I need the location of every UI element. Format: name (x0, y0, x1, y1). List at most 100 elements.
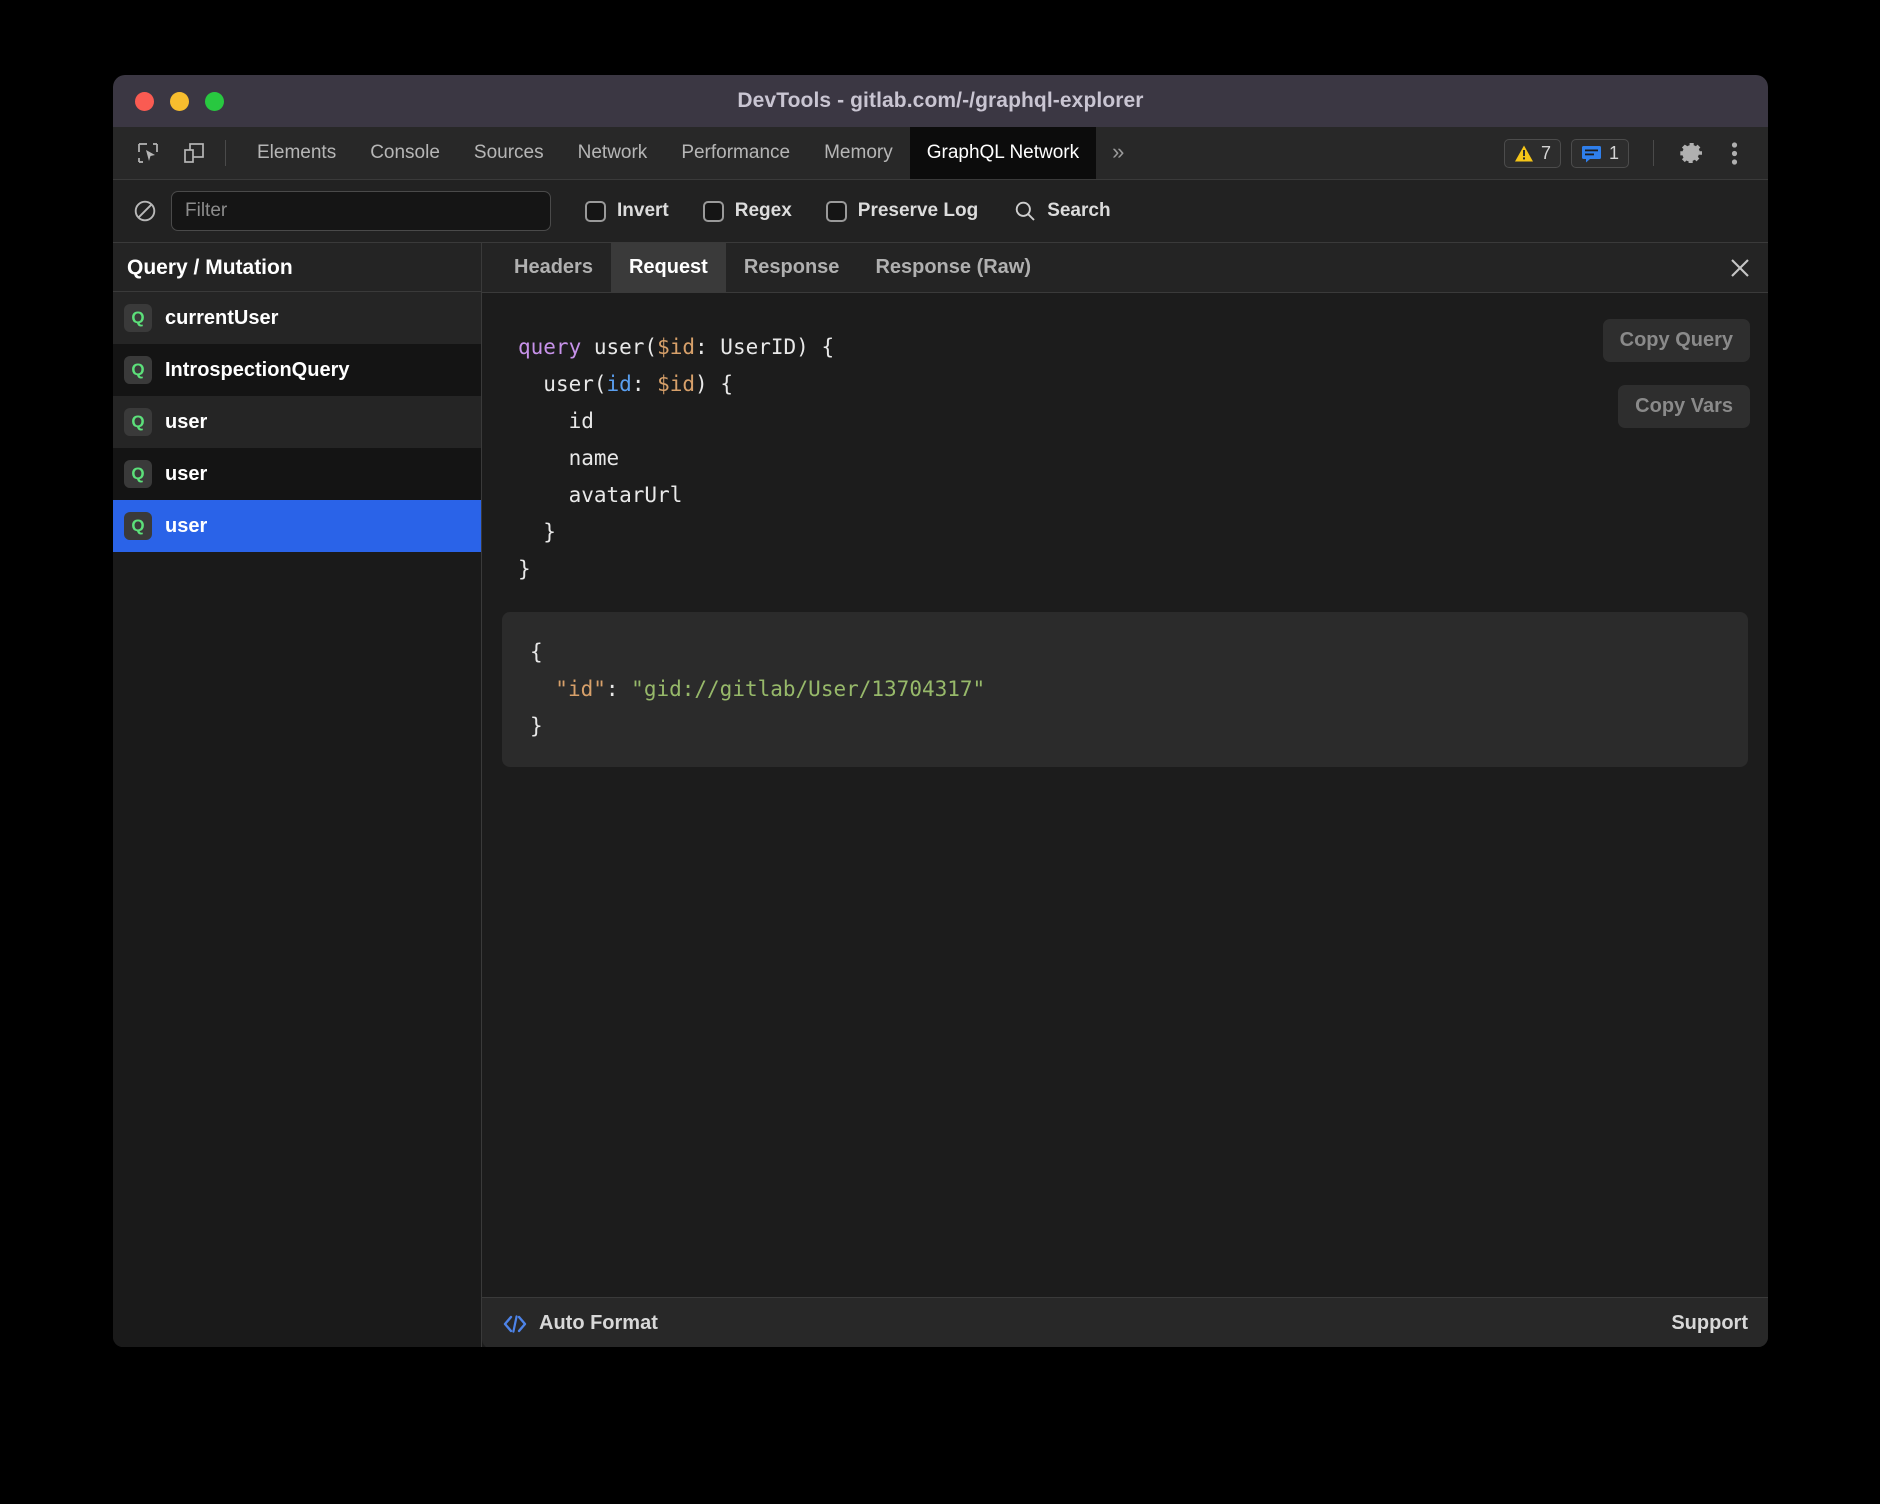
detail-footer: Auto Format Support (482, 1297, 1768, 1347)
invert-checkbox-box[interactable] (585, 201, 606, 222)
code-token: user( (543, 372, 606, 396)
tab-response-raw[interactable]: Response (Raw) (857, 243, 1049, 292)
copy-query-button[interactable]: Copy Query (1603, 319, 1750, 362)
code-line: name (518, 440, 1768, 477)
filter-toolbar: Invert Regex Preserve Log Search (113, 180, 1768, 243)
tab-performance[interactable]: Performance (664, 127, 807, 179)
query-type-badge: Q (124, 460, 152, 488)
query-list-item[interactable]: Quser (113, 448, 481, 500)
code-token: avatarUrl (569, 483, 683, 507)
tab-network[interactable]: Network (561, 127, 665, 179)
preserve-log-checkbox[interactable]: Preserve Log (826, 200, 978, 222)
warning-triangle-icon (1514, 144, 1534, 163)
regex-checkbox-label: Regex (735, 200, 792, 222)
query-list-item-label: currentUser (165, 307, 278, 330)
regex-checkbox-box[interactable] (703, 201, 724, 222)
devtools-tabstrip: Elements Console Sources Network Perform… (113, 127, 1768, 180)
query-type-badge: Q (124, 304, 152, 332)
query-list-item[interactable]: QcurrentUser (113, 292, 481, 344)
more-tabs-icon[interactable]: » (1096, 127, 1140, 179)
clear-icon[interactable] (129, 195, 161, 227)
warning-count: 7 (1541, 143, 1551, 164)
code-token: $id (657, 372, 695, 396)
code-token: { (530, 640, 543, 664)
devtools-window: DevTools - gitlab.com/-/graphql-explorer… (113, 75, 1768, 1347)
minimize-window-button[interactable] (170, 92, 189, 111)
code-line: "id": "gid://gitlab/User/13704317" (530, 671, 1748, 708)
toolbar-divider (225, 140, 226, 166)
query-list-item[interactable]: Quser (113, 500, 481, 552)
toolbar-status-group: 7 1 (1504, 135, 1768, 171)
query-list-item-label: user (165, 515, 207, 538)
code-brackets-icon (502, 1314, 528, 1334)
window-titlebar: DevTools - gitlab.com/-/graphql-explorer (113, 75, 1768, 127)
code-line: } (518, 514, 1768, 551)
query-list-item-label: user (165, 411, 207, 434)
code-token: } (530, 714, 543, 738)
invert-checkbox-label: Invert (617, 200, 669, 222)
tab-headers[interactable]: Headers (496, 243, 611, 292)
tab-memory[interactable]: Memory (807, 127, 910, 179)
query-list-header: Query / Mutation (113, 243, 481, 292)
query-list-panel: Query / Mutation QcurrentUserQIntrospect… (113, 243, 482, 1347)
query-list-item-label: IntrospectionQuery (165, 359, 349, 382)
invert-checkbox[interactable]: Invert (585, 200, 669, 222)
code-token: $id (657, 335, 695, 359)
code-line: id (518, 403, 1768, 440)
graphql-query-code: query user($id: UserID) { user(id: $id) … (482, 293, 1768, 588)
auto-format-button[interactable]: Auto Format (502, 1312, 658, 1335)
toolbar-divider-2 (1653, 140, 1654, 166)
support-link[interactable]: Support (1671, 1312, 1748, 1335)
request-body: Copy Query Copy Vars query user($id: Use… (482, 293, 1768, 1297)
gear-icon[interactable] (1674, 135, 1710, 171)
code-token: } (518, 557, 531, 581)
warning-count-badge[interactable]: 7 (1504, 139, 1561, 168)
query-type-badge: Q (124, 356, 152, 384)
preserve-log-checkbox-label: Preserve Log (858, 200, 978, 222)
code-line: user(id: $id) { (518, 366, 1768, 403)
code-token: : UserID) { (695, 335, 834, 359)
query-list-item[interactable]: Q IntrospectionQuery (113, 344, 481, 396)
code-token: : (632, 372, 657, 396)
maximize-window-button[interactable] (205, 92, 224, 111)
query-list-item[interactable]: Quser (113, 396, 481, 448)
auto-format-label: Auto Format (539, 1312, 658, 1335)
code-token: id (607, 372, 632, 396)
preserve-log-checkbox-box[interactable] (826, 201, 847, 222)
code-token: ) { (695, 372, 733, 396)
code-token: } (543, 520, 556, 544)
query-type-badge: Q (124, 408, 152, 436)
window-title: DevTools - gitlab.com/-/graphql-explorer (113, 89, 1768, 113)
regex-checkbox[interactable]: Regex (703, 200, 792, 222)
copy-vars-button[interactable]: Copy Vars (1618, 385, 1750, 428)
code-token: id (569, 409, 594, 433)
window-controls (135, 92, 224, 111)
tab-elements[interactable]: Elements (240, 127, 353, 179)
code-line: { (530, 634, 1748, 671)
tab-console[interactable]: Console (353, 127, 457, 179)
tab-sources[interactable]: Sources (457, 127, 561, 179)
message-count: 1 (1609, 143, 1619, 164)
close-window-button[interactable] (135, 92, 154, 111)
code-line: avatarUrl (518, 477, 1768, 514)
code-token: user( (581, 335, 657, 359)
tab-request[interactable]: Request (611, 243, 726, 292)
query-list: QcurrentUserQIntrospectionQueryQuserQuse… (113, 292, 481, 552)
search-icon (1014, 200, 1036, 222)
code-token: "id" (555, 677, 606, 701)
message-count-badge[interactable]: 1 (1571, 139, 1629, 168)
more-options-icon[interactable] (1716, 135, 1752, 171)
close-icon[interactable] (1712, 243, 1768, 292)
code-token: query (518, 335, 581, 359)
detail-tabstrip: Headers Request Response Response (Raw) (482, 243, 1768, 293)
device-toolbar-icon[interactable] (177, 136, 211, 170)
inspect-element-icon[interactable] (131, 136, 165, 170)
filter-input[interactable] (171, 191, 551, 231)
query-type-badge: Q (124, 512, 152, 540)
search-label: Search (1047, 200, 1110, 222)
tab-response[interactable]: Response (726, 243, 858, 292)
search-button[interactable]: Search (1014, 200, 1110, 222)
code-token: name (569, 446, 620, 470)
code-line: query user($id: UserID) { (518, 329, 1768, 366)
tab-graphql-network[interactable]: GraphQL Network (910, 127, 1096, 179)
